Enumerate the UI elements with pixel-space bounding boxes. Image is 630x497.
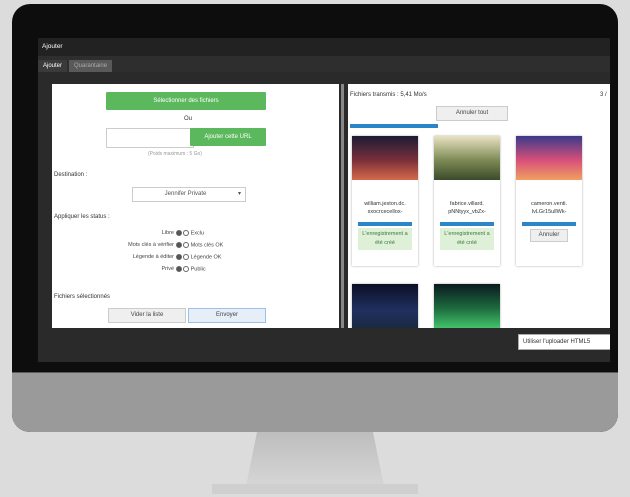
status-row: Légende à éditer Légende OK [92,254,292,260]
cancel-all-button[interactable]: Annuler tout [436,106,508,121]
thumbnail-image [352,284,418,328]
monitor-chin [12,372,618,432]
thumbnail-filename: cameron.venti. IvLGr15ullWk- [530,201,568,215]
status-left-label: Légende à éditer [132,254,174,261]
monitor-chin-line [12,372,618,373]
cancel-upload-button[interactable]: Annuler [530,229,568,242]
upload-thumbnail: cameron.venti. IvLGr15ullWk- Annuler [516,136,582,266]
success-message: L'enregistrement a été créé [358,228,412,250]
status-left-radio[interactable] [175,254,182,260]
window-title: Ajouter [38,38,610,56]
html5-uploader-link[interactable]: Utiliser l'uploader HTML5 [518,334,610,350]
upload-progress-bar [522,222,576,226]
upload-progress-bar [358,222,412,226]
monitor-stand [246,432,384,486]
status-right-label: Exclu [190,230,205,237]
status-left-radio[interactable] [175,230,182,236]
overall-progress-bar [350,124,438,128]
status-right-label: Mots clés OK [190,242,224,249]
empty-list-button[interactable]: Vider la liste [108,308,186,323]
status-row: Privé Public [92,266,292,272]
thumbnail-image [434,284,500,328]
queue-panel: Fichiers transmis : 5,41 Mo/s 3 / Annule… [348,84,610,328]
status-right-label: Légende OK [190,254,222,261]
status-right-radio[interactable] [183,254,190,260]
destination-value: Jennifer Private [164,191,207,197]
tab-ajouter[interactable]: Ajouter [38,60,68,72]
success-message: L'enregistrement a été créé [440,228,494,250]
max-weight-note: (Poids maximum : 5 Go) [148,151,202,157]
upload-progress-bar [440,222,494,226]
url-input[interactable] [106,128,194,148]
status-right-label: Public [190,266,206,273]
thumbnail-image [516,136,582,180]
upload-thumbnail [352,284,418,328]
status-row: Libre Exclu [92,230,292,236]
upload-thumbnail: fabrice.villard. pNNtyyx_vbZx- L'enregis… [434,136,500,266]
destination-select[interactable]: Jennifer Private ▾ [132,187,246,202]
destination-label: Destination : [54,172,88,178]
panel-divider [341,84,344,328]
thumbnail-image [434,136,500,180]
status-right-radio[interactable] [183,242,190,248]
select-files-button[interactable]: Sélectionner des fichiers [106,92,266,110]
or-text: Ou [184,116,193,122]
screen: Ajouter Ajouter Quarantaine Sélectionner… [38,38,610,362]
upload-thumbnail: william.jeston.dc. sxocrcecellox- L'enre… [352,136,418,266]
chevron-down-icon: ▾ [237,191,241,197]
file-counter: 3 / [600,92,607,98]
send-button[interactable]: Envoyer [188,308,266,323]
status-left-label: Mots clés à vérifier [128,242,174,249]
thumbnail-filename: william.jeston.dc. sxocrcecellox- [364,201,406,215]
thumbnail-image [352,136,418,180]
status-left-radio[interactable] [175,242,182,248]
status-right-radio[interactable] [183,230,190,236]
thumbnail-filename: fabrice.villard. pNNtyyx_vbZx- [448,201,486,215]
upload-thumbnail [434,284,500,328]
add-url-button[interactable]: Ajouter cette URL [190,128,266,146]
status-left-radio[interactable] [175,266,182,272]
monitor-frame: Ajouter Ajouter Quarantaine Sélectionner… [12,4,618,432]
transfer-rate: Fichiers transmis : 5,41 Mo/s [350,92,427,98]
status-row: Mots clés à vérifier Mots clés OK [92,242,292,248]
selected-files-label: Fichiers sélectionnés [54,294,111,300]
apply-status-label: Appliquer les status : [54,214,110,220]
monitor-stand-base [212,484,418,494]
tab-quarantaine[interactable]: Quarantaine [69,60,113,72]
status-left-label: Privé [161,266,174,273]
status-left-label: Libre [161,230,174,237]
upload-panel: Sélectionner des fichiers Ou Ajouter cet… [52,84,339,328]
status-right-radio[interactable] [183,266,190,272]
tab-bar: Ajouter Quarantaine [38,56,610,72]
